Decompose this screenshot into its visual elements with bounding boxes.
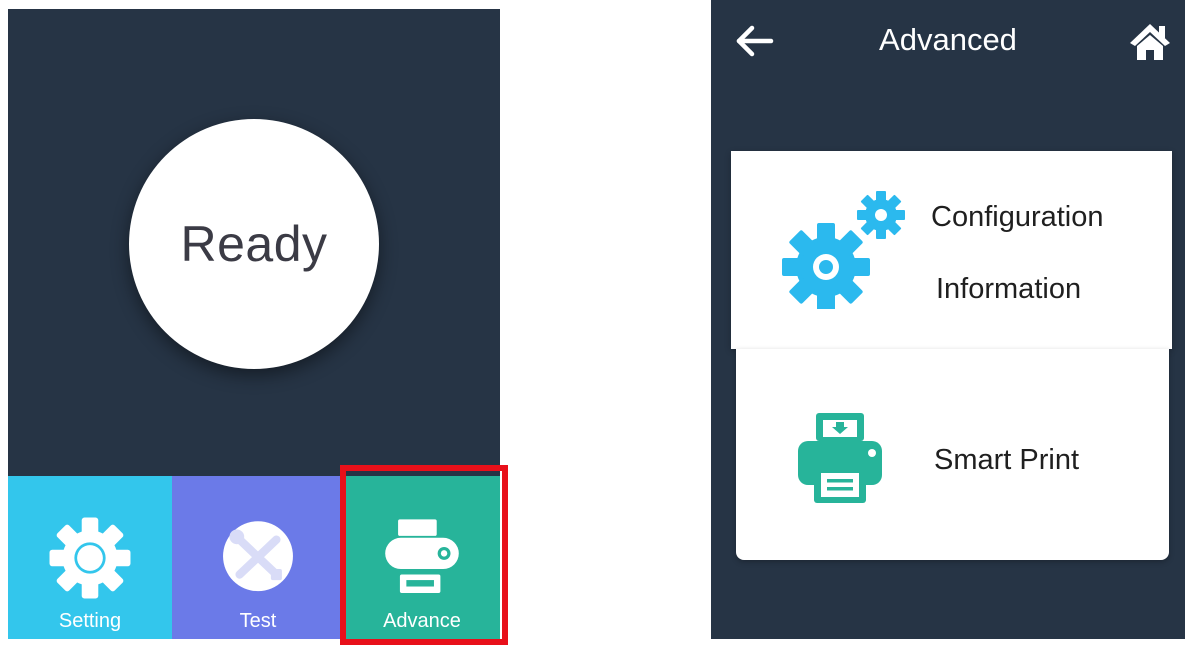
status-text: Ready — [180, 216, 328, 272]
home-icon[interactable] — [1128, 22, 1172, 62]
configuration-label: Configuration — [931, 201, 1104, 233]
smart-print-label: Smart Print — [934, 444, 1080, 476]
screen-title: Advanced — [879, 22, 1017, 57]
smart-print-item[interactable]: Smart Print — [736, 349, 1169, 560]
highlight-box — [340, 465, 508, 645]
information-label: Information — [936, 273, 1082, 305]
gears-icon — [782, 191, 905, 309]
tab-test-label: Test — [239, 610, 277, 632]
gear-icon — [49, 517, 131, 599]
tab-setting-label: Setting — [58, 610, 122, 632]
tab-test[interactable]: Test — [172, 476, 344, 639]
tab-setting[interactable]: Setting — [8, 476, 172, 639]
tools-icon — [223, 521, 293, 592]
printer-icon — [798, 413, 882, 503]
configuration-information-item[interactable]: Configuration Information — [731, 151, 1172, 349]
advanced-screen: Advanced Configuration Information Smart… — [711, 0, 1185, 639]
ready-status-circle: Ready — [129, 119, 379, 369]
